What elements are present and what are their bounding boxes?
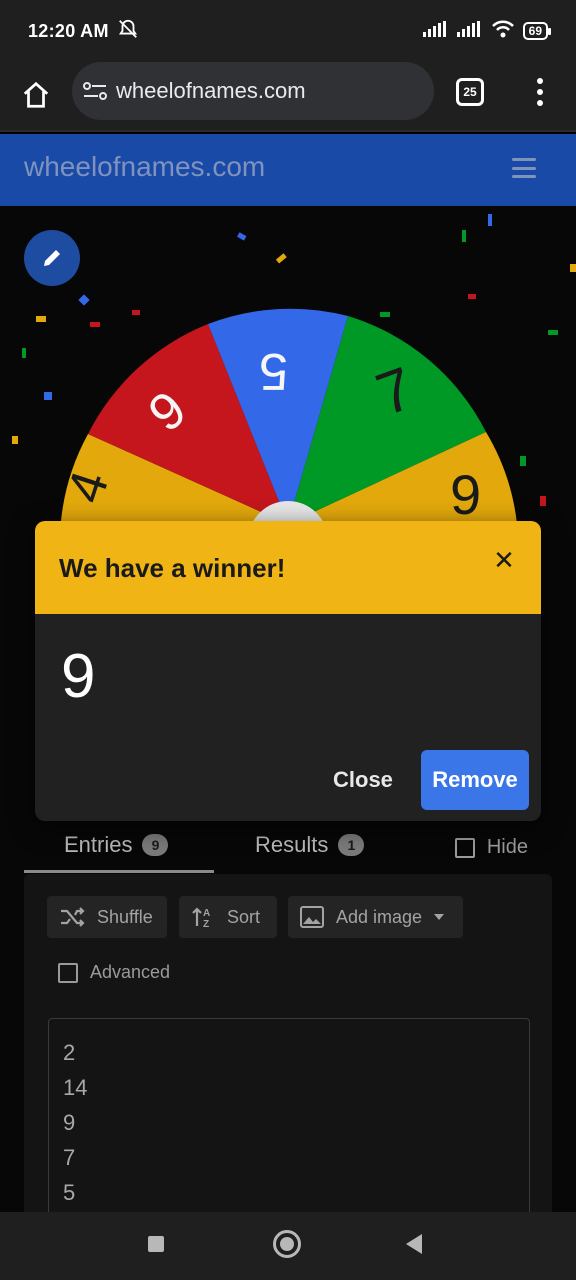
system-nav-bar (0, 1212, 576, 1280)
dialog-header: We have a winner! ✕ (35, 521, 541, 614)
svg-text:A: A (203, 908, 210, 919)
close-icon[interactable]: ✕ (489, 545, 519, 575)
tab-entries[interactable]: Entries 9 (64, 832, 169, 858)
remove-button[interactable]: Remove (421, 750, 529, 810)
browser-menu-button[interactable] (524, 74, 556, 110)
chevron-down-icon (434, 914, 445, 920)
entries-count-badge: 9 (142, 834, 169, 856)
advanced-label: Advanced (90, 962, 171, 982)
tab-results[interactable]: Results 1 (255, 832, 365, 858)
advanced-checkbox[interactable]: Advanced (58, 962, 170, 983)
entry-line: 2 (63, 1040, 76, 1065)
entry-line: 14 (63, 1075, 88, 1100)
shuffle-icon (61, 907, 85, 927)
wheel-label: 9 (450, 463, 481, 526)
recents-button[interactable] (148, 1236, 164, 1252)
winner-name: 9 (61, 642, 96, 711)
close-button[interactable]: Close (333, 767, 393, 793)
wheel-label: 5 (259, 342, 288, 400)
entry-line: 5 (63, 1180, 76, 1205)
active-tab-indicator (24, 870, 214, 873)
site-settings-icon[interactable] (82, 80, 108, 102)
entries-panel: Shuffle AZ Sort Add image Advanced 2 14 … (24, 874, 552, 1212)
signal-icon (422, 20, 449, 42)
dialog-title: We have a winner! (59, 553, 286, 583)
url-text: wheelofnames.com (116, 78, 306, 103)
winner-dialog: We have a winner! ✕ 9 Close Remove (35, 521, 541, 821)
address-bar[interactable]: wheelofnames.com (72, 62, 434, 120)
sort-button[interactable]: AZ Sort (179, 896, 277, 938)
battery-indicator: 69 (522, 22, 552, 40)
wifi-icon (491, 20, 515, 43)
svg-text:Z: Z (203, 919, 209, 928)
shuffle-button[interactable]: Shuffle (47, 896, 167, 938)
sort-icon: AZ (192, 907, 210, 928)
checkbox-icon (58, 962, 78, 983)
site-title[interactable]: wheelofnames.com (24, 151, 265, 183)
back-button[interactable] (406, 1234, 422, 1254)
home-button[interactable] (14, 73, 58, 117)
signal-icon-2 (456, 20, 483, 42)
entries-textarea[interactable]: 2 14 9 7 5 (48, 1018, 530, 1212)
hamburger-menu-icon[interactable] (512, 158, 536, 178)
pencil-icon (44, 250, 60, 266)
tabs: Entries 9 Results 1 Hide (24, 826, 552, 874)
browser-toolbar: wheelofnames.com 25 (0, 62, 576, 132)
checkbox-icon (454, 837, 475, 858)
image-icon (300, 906, 324, 928)
edit-button[interactable] (24, 230, 80, 286)
status-time: 12:20 AM (28, 20, 109, 41)
status-bar: 12:20 AM 69 (0, 0, 576, 62)
home-nav-button[interactable] (273, 1230, 301, 1258)
results-count-badge: 1 (338, 834, 365, 856)
add-image-button[interactable]: Add image (288, 896, 463, 938)
tab-entries-label: Entries (64, 832, 133, 857)
add-image-label: Add image (336, 906, 423, 927)
tab-results-label: Results (255, 832, 329, 857)
entry-line: 9 (63, 1110, 76, 1135)
mute-icon (117, 18, 139, 45)
hide-label: Hide (486, 836, 528, 858)
shuffle-label: Shuffle (97, 906, 153, 927)
sort-label: Sort (227, 906, 261, 927)
site-header: wheelofnames.com (0, 134, 576, 206)
hide-checkbox[interactable]: Hide (454, 836, 528, 859)
home-icon (23, 81, 49, 108)
entry-line: 7 (63, 1145, 76, 1170)
tab-switcher-button[interactable]: 25 (456, 78, 484, 106)
